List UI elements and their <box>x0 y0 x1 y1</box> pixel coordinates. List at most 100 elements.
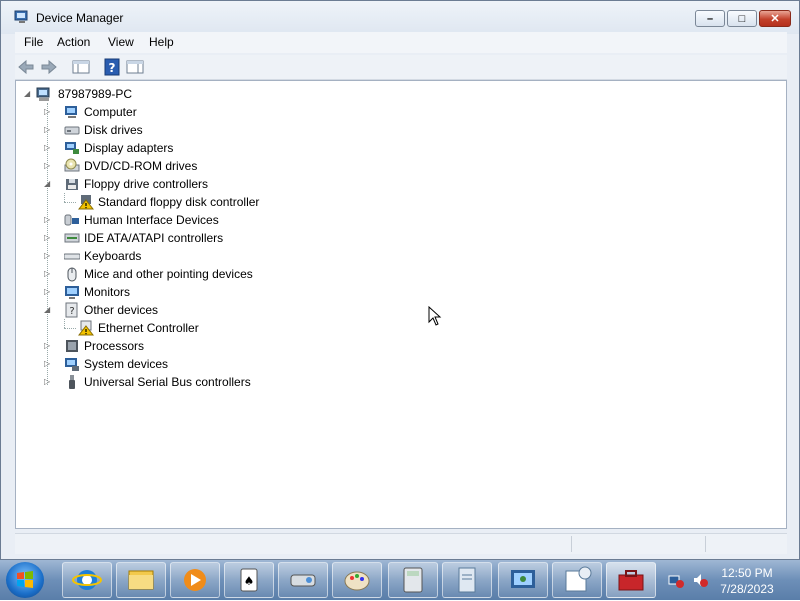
taskbar-solitaire[interactable]: ♠ <box>224 562 274 598</box>
projector-icon <box>290 574 316 587</box>
file-explorer-icon <box>128 570 154 590</box>
category-label: IDE ATA/ATAPI controllers <box>84 231 224 245</box>
category-label: Monitors <box>84 285 131 299</box>
solitaire-icon: ♠ <box>240 568 258 592</box>
category-label: Computer <box>84 105 137 119</box>
category-label: System devices <box>84 357 169 371</box>
monitor-icon <box>65 286 79 299</box>
category-label: Human Interface Devices <box>84 213 219 227</box>
close-button[interactable]: ✕ <box>759 10 791 27</box>
show-hide-action-pane-icon[interactable] <box>126 58 144 76</box>
collapse-triangle-icon[interactable]: ◢ <box>44 301 50 319</box>
control-panel-icon <box>511 570 535 588</box>
expand-triangle-icon[interactable]: ▷ <box>44 139 50 157</box>
calculator-icon <box>403 567 423 593</box>
svg-text:?: ? <box>69 306 74 317</box>
floppy-controller-icon <box>66 179 78 190</box>
mouse-icon <box>67 267 77 282</box>
minimize-button[interactable]: – <box>695 10 725 27</box>
taskbar-file-explorer[interactable] <box>116 562 166 598</box>
expand-triangle-icon[interactable]: ▷ <box>44 337 50 355</box>
taskbar-calculator[interactable] <box>388 562 438 598</box>
taskbar-media-player[interactable] <box>170 562 220 598</box>
taskbar-projector[interactable] <box>278 562 328 598</box>
category-label: DVD/CD-ROM drives <box>84 159 198 173</box>
taskbar-internet-explorer[interactable] <box>62 562 112 598</box>
category-label: Other devices <box>84 303 159 317</box>
title-bar[interactable]: Device Manager – □ ✕ <box>1 1 799 34</box>
expand-triangle-icon[interactable]: ▷ <box>44 229 50 247</box>
menu-file[interactable]: File <box>24 35 43 49</box>
category-label: Processors <box>84 339 145 353</box>
warning-device-icon <box>78 320 94 336</box>
show-hide-console-tree-icon[interactable] <box>72 58 90 76</box>
menu-action[interactable]: Action <box>57 35 90 49</box>
mouse-cursor-icon <box>428 306 442 326</box>
forward-arrow-icon[interactable] <box>40 58 58 76</box>
back-arrow-icon[interactable] <box>17 58 35 76</box>
window-title: Device Manager <box>36 11 124 25</box>
category-label: Disk drives <box>84 123 143 137</box>
warning-device-icon <box>78 195 94 210</box>
collapse-triangle-icon[interactable]: ◢ <box>24 85 30 103</box>
clock-time: 12:50 PM <box>721 566 773 580</box>
category-label: Display adapters <box>84 141 174 155</box>
tree-root-label: 87987989-PC <box>58 87 133 101</box>
menu-view[interactable]: View <box>108 35 134 49</box>
status-bar <box>15 533 787 554</box>
media-player-icon <box>184 569 206 591</box>
svg-text:?: ? <box>109 61 116 75</box>
start-button[interactable] <box>6 562 44 598</box>
taskbar-document[interactable] <box>442 562 492 598</box>
category-label: Floppy drive controllers <box>84 177 209 191</box>
status-divider <box>571 536 572 552</box>
clock-date: 7/28/2023 <box>720 582 774 596</box>
taskbar-paint[interactable] <box>332 562 382 598</box>
network-icon[interactable] <box>668 572 684 588</box>
device-label: Standard floppy disk controller <box>98 195 260 209</box>
expand-triangle-icon[interactable]: ▷ <box>44 283 50 301</box>
expand-triangle-icon[interactable]: ▷ <box>44 121 50 139</box>
expand-triangle-icon[interactable]: ▷ <box>44 157 50 175</box>
status-divider <box>705 536 706 552</box>
help-icon[interactable]: ? <box>103 58 121 76</box>
toolbox-icon <box>618 570 644 591</box>
category-label: Mice and other pointing devices <box>84 267 253 281</box>
expand-triangle-icon[interactable]: ▷ <box>44 103 50 121</box>
hid-icon <box>64 214 79 226</box>
device-tree[interactable]: ◢ 87987989-PC ▷ Computer ▷ Disk drives ▷… <box>15 80 787 529</box>
computer-root-icon <box>36 87 50 101</box>
menu-help[interactable]: Help <box>149 35 174 49</box>
usb-icon <box>69 375 75 389</box>
device-manager-icon <box>14 10 28 23</box>
internet-explorer-icon <box>72 570 102 590</box>
category-label: Universal Serial Bus controllers <box>84 375 251 389</box>
collapse-triangle-icon[interactable]: ◢ <box>44 175 50 193</box>
expand-triangle-icon[interactable]: ▷ <box>44 355 50 373</box>
ide-controller-icon <box>64 233 80 243</box>
keyboard-icon <box>64 253 80 260</box>
volume-muted-icon[interactable] <box>692 572 708 588</box>
expand-triangle-icon[interactable]: ▷ <box>44 265 50 283</box>
calendar-icon <box>565 566 592 592</box>
paint-icon <box>344 571 370 591</box>
unknown-device-icon: ? <box>65 302 78 318</box>
menu-bar: File Action View Help <box>15 32 787 53</box>
disk-drive-icon <box>64 126 80 135</box>
taskbar: ♠ 12:50 PM 7/28/2023 <box>0 560 800 600</box>
system-devices-icon <box>65 358 79 371</box>
toolbar: ? <box>15 55 787 80</box>
taskbar-calendar[interactable] <box>552 562 602 598</box>
expand-triangle-icon[interactable]: ▷ <box>44 373 50 391</box>
expand-triangle-icon[interactable]: ▷ <box>44 247 50 265</box>
taskbar-control-panel[interactable] <box>498 562 548 598</box>
svg-text:♠: ♠ <box>244 574 255 588</box>
taskbar-toolbox[interactable] <box>606 562 656 598</box>
clock[interactable]: 12:50 PM 7/28/2023 <box>712 565 782 597</box>
document-icon <box>458 567 476 593</box>
maximize-button[interactable]: □ <box>727 10 757 27</box>
display-adapter-icon <box>65 142 79 154</box>
expand-triangle-icon[interactable]: ▷ <box>44 211 50 229</box>
windows-logo-icon <box>17 571 33 588</box>
device-label: Ethernet Controller <box>98 321 199 335</box>
